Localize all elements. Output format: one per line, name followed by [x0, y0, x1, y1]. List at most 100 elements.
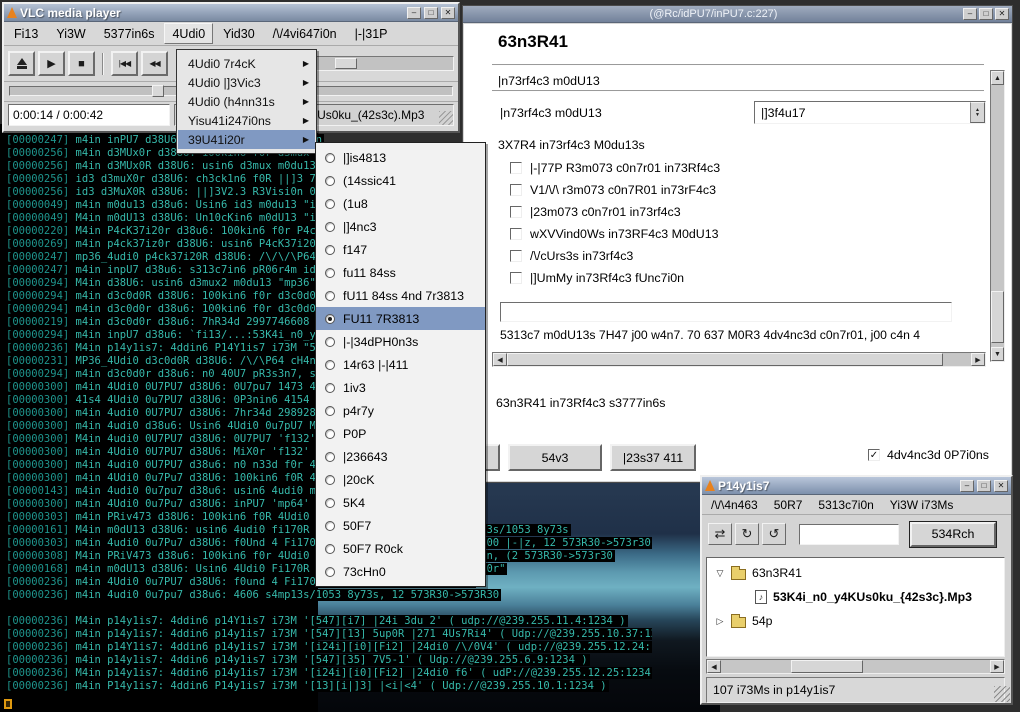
tree-item-row[interactable]: ♪ 53K4i_n0_y4KUs0ku_{42s3c}.Mp3: [707, 586, 1004, 608]
expander-open-icon[interactable]: ▽: [715, 568, 725, 579]
maximize-button[interactable]: □: [424, 7, 438, 19]
equalizer-preset-item[interactable]: fu11 84ss: [316, 261, 485, 284]
spin-down-icon[interactable]: ▼: [975, 113, 980, 118]
menubar-item[interactable]: /\/\4n463: [704, 495, 765, 514]
scroll-left-button[interactable]: ◀: [493, 353, 507, 366]
equalizer-preset-item[interactable]: FU11 7R3813: [316, 307, 485, 330]
tree-group-row[interactable]: ▽ 63n3R41: [707, 562, 1004, 584]
tree-group-row[interactable]: ▷ 54p: [707, 610, 1004, 632]
horizontal-scrollbar[interactable]: ◀ ▶: [492, 352, 986, 367]
menu-item[interactable]: 4Udi0 |]3Vic3▶: [178, 73, 315, 92]
minimize-button[interactable]: –: [960, 480, 974, 492]
checkbox-icon[interactable]: [510, 162, 522, 174]
menubar-item[interactable]: Yi3W: [48, 23, 93, 44]
spinner-icon[interactable]: ▲▼: [970, 102, 985, 123]
equalizer-preset-item[interactable]: |]4nc3: [316, 215, 485, 238]
minimize-button[interactable]: –: [963, 8, 977, 20]
modules-input[interactable]: [500, 302, 952, 322]
menubar-item[interactable]: 50R7: [767, 495, 810, 514]
checkbox-row[interactable]: V1/\/\ r3m073 c0n7R01 in73rF4c3: [510, 182, 716, 198]
scroll-up-button[interactable]: ▲: [991, 71, 1004, 85]
maximize-button[interactable]: □: [979, 8, 993, 20]
menubar-item[interactable]: Fi13: [6, 23, 46, 44]
scrollbar-thumb[interactable]: [991, 291, 1004, 343]
menubar-item[interactable]: Yi3W i73Ms: [883, 495, 961, 514]
equalizer-preset-item[interactable]: 50F7 R0ck: [316, 537, 485, 560]
checkbox-icon[interactable]: [510, 250, 522, 262]
equalizer-preset-item[interactable]: fU11 84ss 4nd 7r3813: [316, 284, 485, 307]
menu-item[interactable]: 39U41i20r▶: [178, 130, 315, 149]
save-button[interactable]: 54v3: [508, 444, 602, 471]
scrollbar-thumb[interactable]: [507, 353, 943, 366]
previous-button[interactable]: |◀◀: [111, 51, 138, 76]
loop-button[interactable]: ↻: [735, 523, 759, 545]
close-button[interactable]: ✕: [441, 7, 455, 19]
menubar-item[interactable]: |-|31P: [347, 23, 396, 44]
menu-item[interactable]: 4Udi0 7r4cK▶: [178, 54, 315, 73]
repeat-button[interactable]: ↺: [762, 523, 786, 545]
expander-closed-icon[interactable]: ▷: [715, 616, 725, 627]
play-button[interactable]: ▶: [38, 51, 65, 76]
search-button[interactable]: 534Rch: [910, 522, 996, 547]
playlist-titlebar[interactable]: P14y1is7 – □ ✕: [702, 477, 1011, 495]
scroll-right-button[interactable]: ▶: [990, 660, 1004, 673]
rewind-button[interactable]: ◀◀: [141, 51, 168, 76]
advanced-options[interactable]: ✓ 4dv4nc3d 0P7i0ns: [868, 448, 989, 462]
resize-grip[interactable]: [994, 686, 1010, 702]
menubar-item[interactable]: 5313c7i0n: [811, 495, 880, 514]
reset-all-button[interactable]: |23s37 411: [610, 444, 696, 471]
equalizer-preset-item[interactable]: 50F7: [316, 514, 485, 537]
scrollbar-thumb[interactable]: [791, 660, 863, 673]
checkbox-row[interactable]: |23m073 c0n7r01 in73rf4c3: [510, 204, 681, 220]
equalizer-preset-item[interactable]: 73cHn0: [316, 560, 485, 583]
equalizer-preset-item[interactable]: |20cK: [316, 468, 485, 491]
resize-grip[interactable]: [439, 111, 453, 125]
search-input[interactable]: [799, 524, 899, 545]
close-button[interactable]: ✕: [995, 8, 1009, 20]
menu-item[interactable]: Yisu41i247i0ns▶: [178, 111, 315, 130]
checkbox-row[interactable]: wXVVind0Ws in73RF4c3 M0dU13: [510, 226, 718, 242]
checkbox-icon[interactable]: [510, 272, 522, 284]
vlc-titlebar[interactable]: VLC media player – □ ✕: [4, 4, 458, 22]
volume-slider[interactable]: [316, 56, 454, 71]
equalizer-preset-item[interactable]: 5K4: [316, 491, 485, 514]
maximize-button[interactable]: □: [977, 480, 991, 492]
menubar-item[interactable]: /\/4vi647i0n: [265, 23, 345, 44]
seek-thumb[interactable]: [152, 85, 164, 97]
equalizer-preset-item[interactable]: f147: [316, 238, 485, 261]
volume-thumb[interactable]: [335, 58, 357, 69]
stop-button[interactable]: ■: [68, 51, 95, 76]
menubar-item[interactable]: 4Udi0: [164, 23, 213, 44]
random-button[interactable]: ⇄: [708, 523, 732, 545]
horizontal-scrollbar[interactable]: ◀ ▶: [706, 659, 1005, 674]
equalizer-preset-item[interactable]: (1u8: [316, 192, 485, 215]
checkbox-row[interactable]: |-|77P R3m073 c0n7r01 in73Rf4c3: [510, 160, 720, 176]
equalizer-preset-item[interactable]: (14ssic41: [316, 169, 485, 192]
scroll-left-button[interactable]: ◀: [707, 660, 721, 673]
menubar-item[interactable]: Yid30: [215, 23, 263, 44]
preferences-titlebar[interactable]: (@Rc/idPU7/inPU7.c:227) – □ ✕: [463, 6, 1012, 23]
equalizer-preset-item[interactable]: |-|34dPH0n3s: [316, 330, 485, 353]
checkbox-row[interactable]: |]UmMy in73Rf4c3 fUnc7i0n: [510, 270, 684, 286]
interface-module-combo[interactable]: |]3f4u17 ▲▼: [754, 101, 986, 124]
advanced-options-checkbox[interactable]: ✓: [868, 449, 880, 461]
vertical-scrollbar[interactable]: ▲ ▼: [990, 70, 1005, 362]
equalizer-preset-item[interactable]: P0P: [316, 422, 485, 445]
equalizer-preset-item[interactable]: |236643: [316, 445, 485, 468]
checkbox-icon[interactable]: [510, 206, 522, 218]
minimize-button[interactable]: –: [407, 7, 421, 19]
checkbox-icon[interactable]: [510, 228, 522, 240]
scroll-right-button[interactable]: ▶: [971, 353, 985, 366]
equalizer-preset-item[interactable]: p4r7y: [316, 399, 485, 422]
scrollbar-track[interactable]: [943, 353, 971, 366]
equalizer-preset-item[interactable]: 14r63 |-|411: [316, 353, 485, 376]
checkbox-row[interactable]: /\/cUrs3s in73rf4c3: [510, 248, 633, 264]
checkbox-icon[interactable]: [510, 184, 522, 196]
eject-button[interactable]: [8, 51, 35, 76]
menubar-item[interactable]: 5377in6s: [96, 23, 163, 44]
close-button[interactable]: ✕: [994, 480, 1008, 492]
scroll-down-button[interactable]: ▼: [991, 347, 1004, 361]
equalizer-preset-item[interactable]: 1iv3: [316, 376, 485, 399]
equalizer-preset-item[interactable]: |]is4813: [316, 146, 485, 169]
menu-item[interactable]: 4Udi0 (h4nn31s▶: [178, 92, 315, 111]
